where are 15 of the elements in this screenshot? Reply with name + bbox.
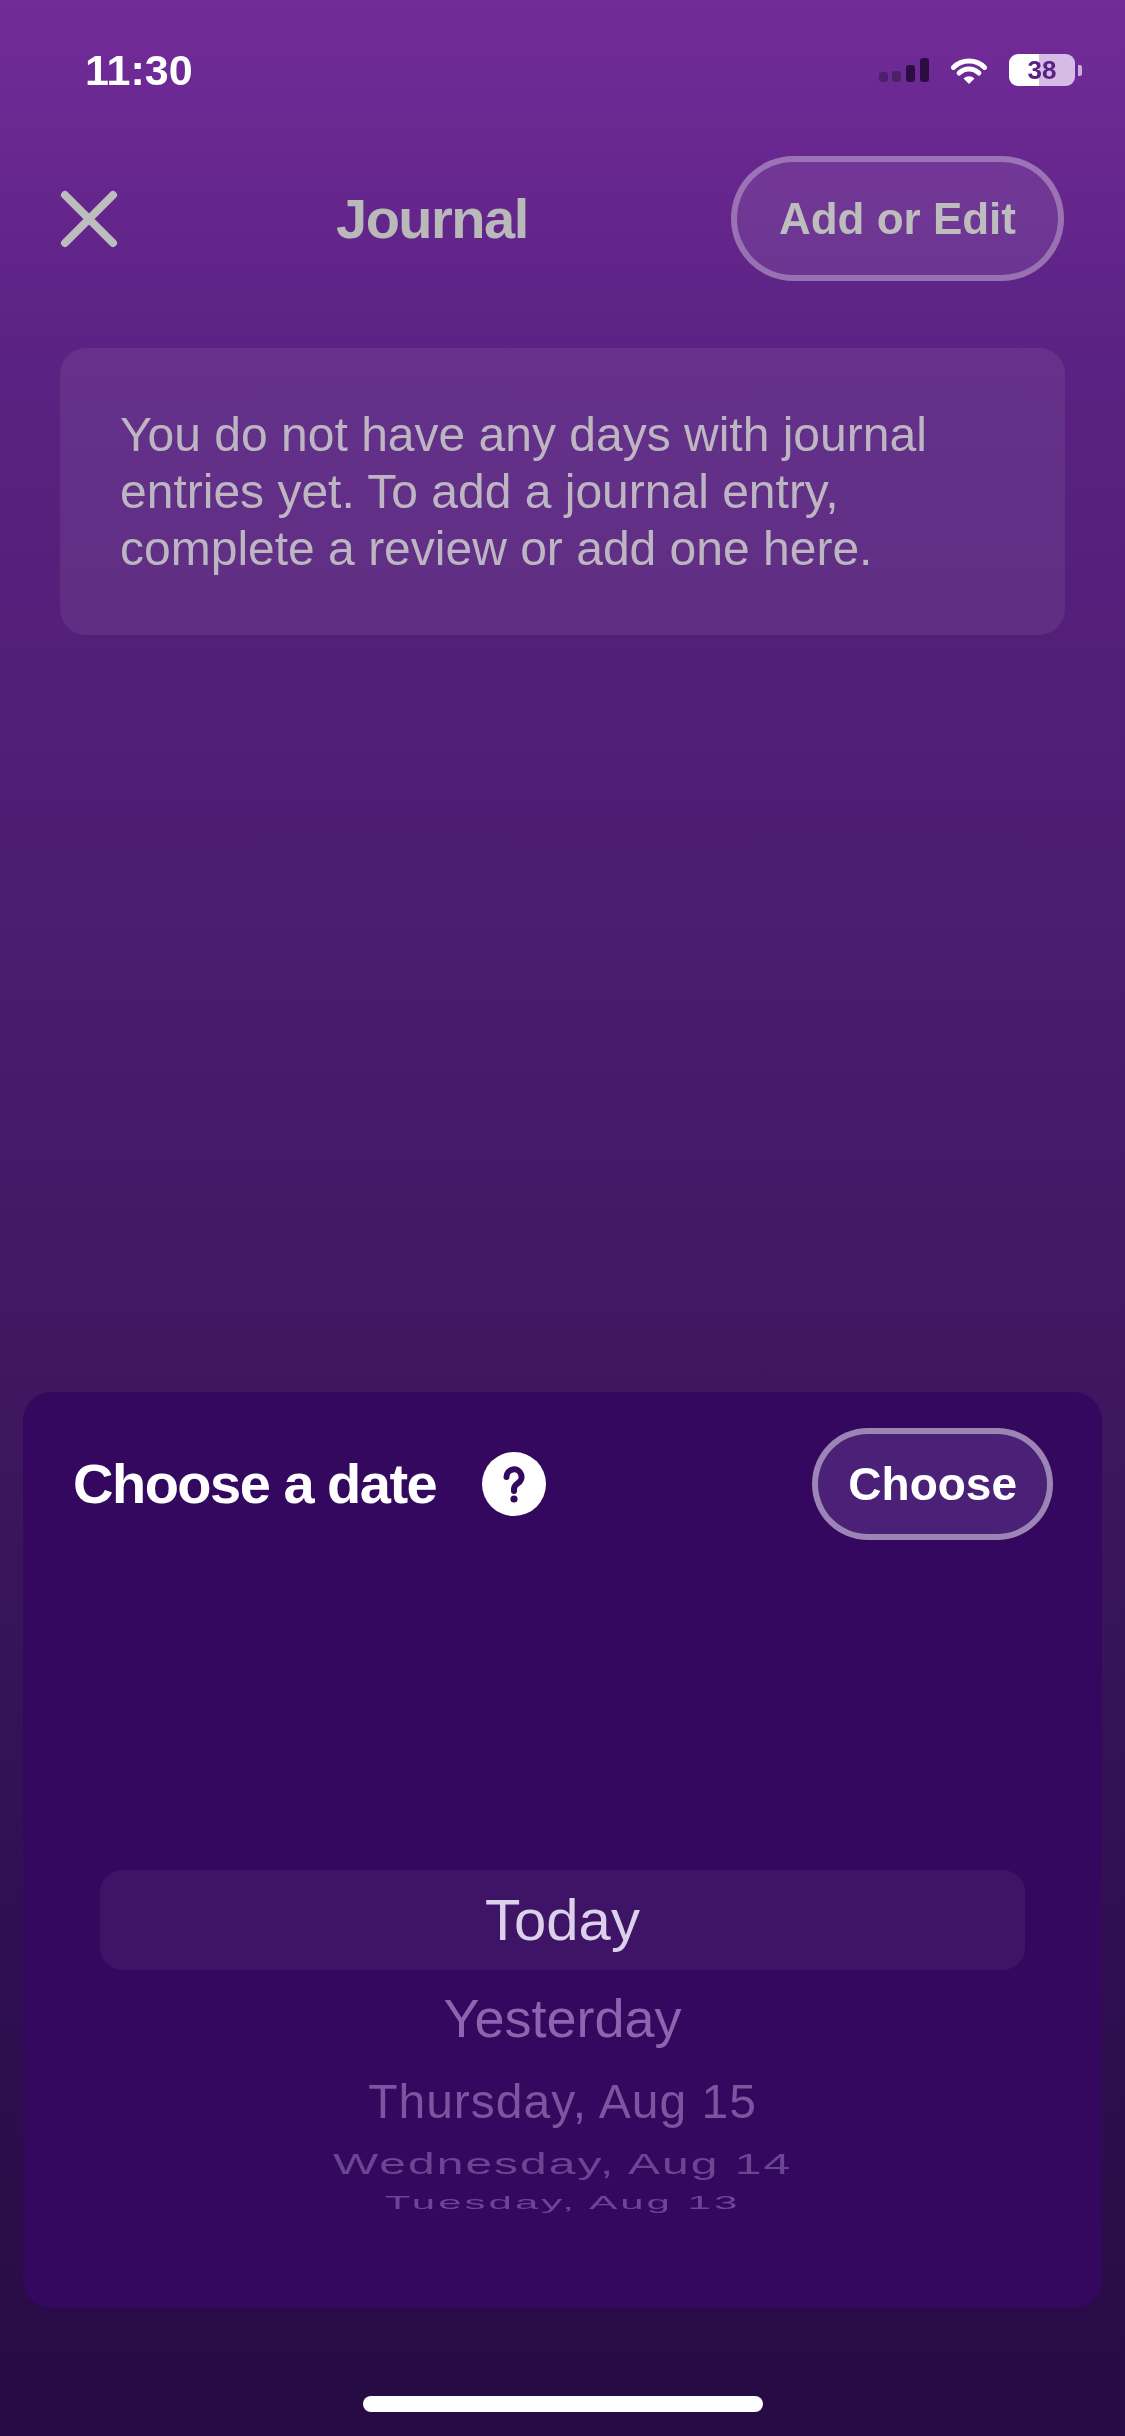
empty-journal-notice: You do not have any days with journal entries yet. To add a journal entry, complete a review or add one here. [60,348,1065,635]
picker-row[interactable]: Thursday, Aug 15 [368,2078,757,2126]
help-icon[interactable] [482,1452,547,1516]
panel-title: Choose a date [73,1456,437,1512]
page-title: Journal [336,190,528,247]
wifi-icon [949,55,989,85]
picker-row[interactable]: Tuesday, Aug 13 [384,2193,741,2213]
choose-button[interactable]: Choose [812,1428,1053,1540]
close-icon[interactable] [60,189,118,248]
battery-percentage: 38 [1027,57,1057,83]
status-time: 11:30 [85,48,193,92]
add-or-edit-button[interactable]: Add or Edit [730,156,1064,281]
picker-row[interactable]: Wednesday, Aug 14 [332,2149,793,2179]
picker-row[interactable]: Today [100,1870,1025,1970]
cellular-signal-icon [879,58,929,82]
